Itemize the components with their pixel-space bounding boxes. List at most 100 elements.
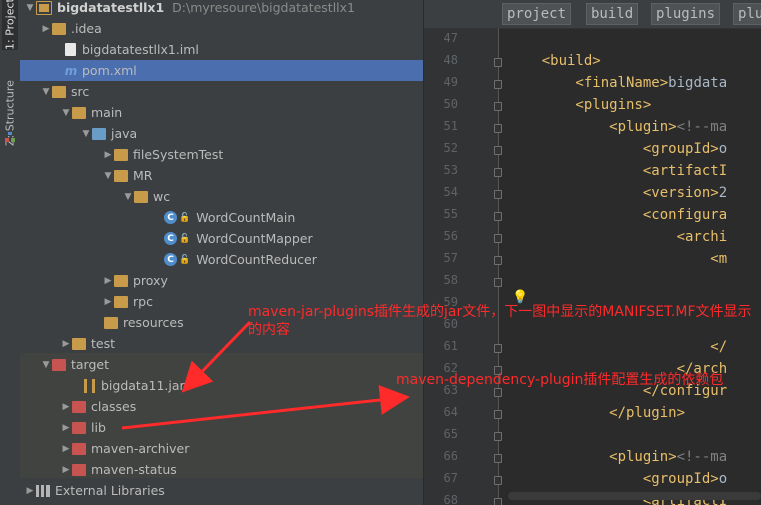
tree-item-maven-status[interactable]: ▶ maven-status (20, 459, 423, 480)
folder-icon (72, 337, 86, 350)
tree-item-wordcountmain[interactable]: C 🔓 WordCountMain (20, 207, 423, 228)
excluded-folder-icon (72, 463, 86, 476)
fold-marker-icon[interactable] (494, 58, 502, 67)
resources-folder-icon (104, 316, 118, 329)
code-line: </plugin> (508, 405, 686, 421)
line-number: 67 (443, 471, 458, 485)
project-tool-tab[interactable]: 1: Project (2, 0, 18, 50)
tree-item-wordcountmapper[interactable]: C 🔓 WordCountMapper (20, 228, 423, 249)
chevron-right-icon[interactable]: ▶ (60, 396, 72, 417)
tree-item-pom[interactable]: m pom.xml (20, 60, 423, 81)
tree-item-jar[interactable]: bigdata11.jar (20, 375, 423, 396)
line-number: 48 (443, 53, 458, 67)
fold-marker-icon[interactable] (494, 278, 502, 287)
chevron-right-icon[interactable]: ▶ (60, 438, 72, 459)
lock-icon: 🔓 (179, 254, 191, 265)
chevron-right-icon[interactable]: ▶ (60, 459, 72, 480)
tree-item-label: pom.xml (82, 63, 137, 78)
excluded-folder-icon (72, 421, 86, 434)
tree-item-label: bigdatatestllx1.iml (82, 42, 199, 57)
breadcrumb: project build plugins plu (424, 0, 761, 29)
chevron-right-icon[interactable]: ▶ (40, 18, 52, 39)
package-icon (114, 169, 128, 182)
tree-root[interactable]: ▼ bigdatatestllx1 D:\myresoure\bigdatate… (20, 0, 423, 18)
editor-gutter[interactable]: 47 48 49 50 51 52 53 54 55 56 57 58 59 6… (424, 28, 502, 505)
chevron-down-icon[interactable]: ▼ (80, 123, 92, 144)
code-line: <version>2 (508, 185, 728, 201)
tree-item-label: External Libraries (55, 483, 165, 498)
fold-marker-icon[interactable] (494, 498, 502, 505)
chevron-right-icon[interactable]: ▶ (60, 417, 72, 438)
tree-item-label: target (71, 357, 110, 372)
fold-marker-icon[interactable] (494, 432, 502, 441)
package-icon (134, 190, 148, 203)
breadcrumb-plugin[interactable]: plu (733, 3, 761, 25)
fold-marker-icon[interactable] (494, 168, 502, 177)
tree-item-label: maven-archiver (91, 441, 190, 456)
fold-marker-icon[interactable] (494, 388, 502, 397)
tree-item-maven-archiver[interactable]: ▶ maven-archiver (20, 438, 423, 459)
fold-marker-icon[interactable] (494, 146, 502, 155)
tree-item-iml[interactable]: bigdatatestllx1.iml (20, 39, 423, 60)
source-folder-icon (92, 127, 106, 140)
fold-marker-icon[interactable] (494, 476, 502, 485)
breadcrumb-build[interactable]: build (586, 3, 639, 25)
chevron-right-icon[interactable]: ▶ (102, 144, 114, 165)
chevron-down-icon[interactable]: ▼ (102, 165, 114, 186)
tree-item-label: WordCountReducer (196, 252, 317, 267)
code-line: <archi (508, 229, 728, 245)
horizontal-scrollbar[interactable] (508, 492, 761, 500)
tree-item-main[interactable]: ▼ main (20, 102, 423, 123)
fold-marker-icon[interactable] (494, 212, 502, 221)
chevron-down-icon[interactable]: ▼ (40, 81, 52, 102)
fold-marker-icon[interactable] (494, 190, 502, 199)
tree-item-lib[interactable]: ▶ lib (20, 417, 423, 438)
chevron-down-icon[interactable]: ▼ (24, 0, 36, 18)
fold-marker-icon[interactable] (494, 344, 502, 353)
tree-item-label: lib (91, 420, 106, 435)
tree-item-mr[interactable]: ▼ MR (20, 165, 423, 186)
line-number: 49 (443, 75, 458, 89)
chevron-down-icon[interactable]: ▼ (60, 102, 72, 123)
fold-marker-icon[interactable] (494, 256, 502, 265)
fold-marker-icon[interactable] (494, 124, 502, 133)
tree-item-external-libraries[interactable]: ▶ External Libraries (20, 480, 423, 501)
line-number: 61 (443, 339, 458, 353)
tree-item-filesystemtest[interactable]: ▶ fileSystemTest (20, 144, 423, 165)
tree-item-wc[interactable]: ▼ wc (20, 186, 423, 207)
tree-item-java[interactable]: ▼ java (20, 123, 423, 144)
chevron-down-icon[interactable]: ▼ (40, 354, 52, 375)
folder-icon (52, 85, 66, 98)
line-number: 64 (443, 405, 458, 419)
breadcrumb-plugins[interactable]: plugins (651, 3, 721, 25)
breadcrumb-project[interactable]: project (502, 3, 572, 25)
fold-marker-icon[interactable] (494, 454, 502, 463)
tree-item-wordcountreducer[interactable]: C 🔓 WordCountReducer (20, 249, 423, 270)
tree-item-target[interactable]: ▼ target (20, 354, 423, 375)
code-line: <artifactI (508, 163, 728, 179)
package-icon (114, 274, 128, 287)
fold-marker-icon[interactable] (494, 234, 502, 243)
code-text-area[interactable]: <build> <finalName>bigdata <plugins> <pl… (508, 28, 761, 505)
chevron-down-icon[interactable]: ▼ (122, 186, 134, 207)
package-icon (114, 295, 128, 308)
tree-item-idea[interactable]: ▶ .idea (20, 18, 423, 39)
chevron-right-icon[interactable]: ▶ (24, 480, 36, 501)
iml-file-icon (65, 43, 76, 56)
fold-marker-icon[interactable] (494, 410, 502, 419)
tree-item-src[interactable]: ▼ src (20, 81, 423, 102)
fold-marker-icon[interactable] (494, 102, 502, 111)
code-line: <groupId>o (508, 141, 728, 157)
project-tree: ▼ bigdatatestllx1 D:\myresoure\bigdatate… (20, 0, 423, 505)
chevron-right-icon[interactable]: ▶ (102, 270, 114, 291)
line-number: 58 (443, 273, 458, 287)
chevron-right-icon[interactable]: ▶ (102, 291, 114, 312)
class-icon: C (164, 232, 177, 245)
lock-icon: 🔓 (179, 212, 191, 223)
tree-item-classes[interactable]: ▶ classes (20, 396, 423, 417)
tree-item-label: main (91, 105, 123, 120)
tree-item-proxy[interactable]: ▶ proxy (20, 270, 423, 291)
jar-icon (84, 378, 95, 393)
fold-marker-icon[interactable] (494, 80, 502, 89)
chevron-right-icon[interactable]: ▶ (60, 333, 72, 354)
